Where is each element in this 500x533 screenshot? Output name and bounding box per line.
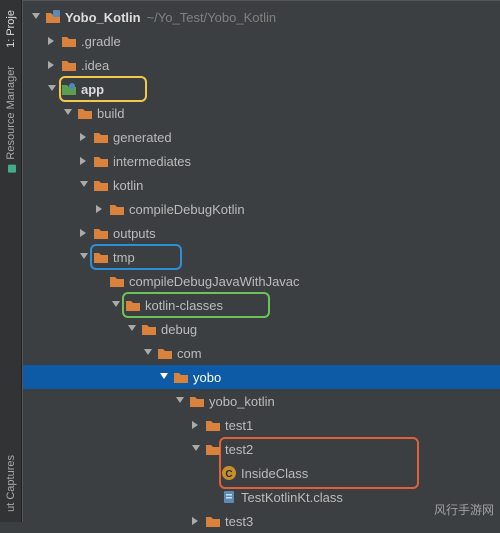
tree-row[interactable]: build bbox=[23, 101, 500, 125]
module-icon bbox=[45, 9, 61, 25]
expand-icon[interactable] bbox=[45, 58, 59, 72]
class-label: InsideClass bbox=[241, 466, 308, 481]
folder-label: build bbox=[97, 106, 124, 121]
tree-row-kotlin-classes[interactable]: kotlin-classes bbox=[23, 293, 500, 317]
tree-row-selected[interactable]: yobo bbox=[23, 365, 500, 389]
folder-icon bbox=[93, 153, 109, 169]
folder-icon bbox=[93, 129, 109, 145]
tree-row-app[interactable]: app bbox=[23, 77, 500, 101]
tool-window-gutter: 1: Proje Resource Manager ut Captures bbox=[0, 0, 22, 522]
folder-label: compileDebugKotlin bbox=[129, 202, 245, 217]
folder-label: kotlin-classes bbox=[145, 298, 223, 313]
tree-row-tmp[interactable]: tmp bbox=[23, 245, 500, 269]
expand-icon[interactable] bbox=[109, 298, 123, 312]
folder-label: kotlin bbox=[113, 178, 143, 193]
tree-row[interactable]: .idea bbox=[23, 53, 500, 77]
tree-row[interactable]: test2 bbox=[23, 437, 500, 461]
folder-icon bbox=[125, 297, 141, 313]
folder-icon bbox=[93, 177, 109, 193]
resource-manager-tab[interactable]: Resource Manager bbox=[3, 60, 19, 180]
folder-icon bbox=[109, 201, 125, 217]
folder-label: intermediates bbox=[113, 154, 191, 169]
tree-row[interactable]: yobo_kotlin bbox=[23, 389, 500, 413]
folder-label: test3 bbox=[225, 514, 253, 529]
expand-icon[interactable] bbox=[125, 322, 139, 336]
tree-row[interactable]: com bbox=[23, 341, 500, 365]
expand-icon[interactable] bbox=[157, 370, 171, 384]
expand-icon[interactable] bbox=[189, 418, 203, 432]
resource-manager-icon bbox=[6, 163, 16, 173]
tree-row[interactable]: C InsideClass bbox=[23, 461, 500, 485]
tree-row[interactable]: test3 bbox=[23, 509, 500, 533]
expand-icon[interactable] bbox=[77, 226, 91, 240]
folder-label: test1 bbox=[225, 418, 253, 433]
folder-label: yobo bbox=[193, 370, 221, 385]
folder-icon bbox=[205, 441, 221, 457]
folder-icon bbox=[189, 393, 205, 409]
project-tree[interactable]: Yobo_Kotlin ~/Yo_Test/Yobo_Kotlin .gradl… bbox=[22, 0, 500, 522]
tree-row[interactable]: .gradle bbox=[23, 29, 500, 53]
project-tool-tab[interactable]: 1: Proje bbox=[3, 4, 19, 54]
captures-label: ut Captures bbox=[5, 455, 17, 512]
folder-label: test2 bbox=[225, 442, 253, 457]
tree-row-root[interactable]: Yobo_Kotlin ~/Yo_Test/Yobo_Kotlin bbox=[23, 5, 500, 29]
expand-icon[interactable] bbox=[77, 250, 91, 264]
expand-icon[interactable] bbox=[77, 154, 91, 168]
folder-icon bbox=[141, 321, 157, 337]
class-icon: C bbox=[221, 465, 237, 481]
expand-icon[interactable] bbox=[93, 202, 107, 216]
folder-icon bbox=[61, 57, 77, 73]
folder-label: tmp bbox=[113, 250, 135, 265]
classfile-icon bbox=[221, 489, 237, 505]
folder-icon bbox=[205, 417, 221, 433]
tree-row[interactable]: debug bbox=[23, 317, 500, 341]
captures-tab[interactable]: ut Captures bbox=[3, 449, 19, 518]
folder-label: com bbox=[177, 346, 202, 361]
tree-row[interactable]: generated bbox=[23, 125, 500, 149]
resource-manager-label: Resource Manager bbox=[5, 66, 17, 160]
folder-label: generated bbox=[113, 130, 172, 145]
root-path: ~/Yo_Test/Yobo_Kotlin bbox=[147, 10, 277, 25]
expand-icon[interactable] bbox=[173, 394, 187, 408]
expand-icon[interactable] bbox=[141, 346, 155, 360]
root-name: Yobo_Kotlin bbox=[65, 10, 141, 25]
expand-icon[interactable] bbox=[189, 442, 203, 456]
folder-icon bbox=[109, 273, 125, 289]
tree-row[interactable]: kotlin bbox=[23, 173, 500, 197]
project-tool-label: 1: Proje bbox=[5, 10, 17, 48]
tree-row[interactable]: test1 bbox=[23, 413, 500, 437]
folder-label: .gradle bbox=[81, 34, 121, 49]
expand-icon[interactable] bbox=[29, 10, 43, 24]
tree-row[interactable]: compileDebugJavaWithJavac bbox=[23, 269, 500, 293]
svg-text:C: C bbox=[225, 469, 232, 480]
expand-icon[interactable] bbox=[45, 34, 59, 48]
folder-label: yobo_kotlin bbox=[209, 394, 275, 409]
file-label: TestKotlinKt.class bbox=[241, 490, 343, 505]
expand-icon[interactable] bbox=[77, 178, 91, 192]
folder-icon bbox=[173, 369, 189, 385]
folder-icon bbox=[61, 33, 77, 49]
folder-label: outputs bbox=[113, 226, 156, 241]
folder-icon bbox=[157, 345, 173, 361]
folder-label: compileDebugJavaWithJavac bbox=[129, 274, 300, 289]
tree-row[interactable]: intermediates bbox=[23, 149, 500, 173]
tree-row[interactable]: compileDebugKotlin bbox=[23, 197, 500, 221]
folder-label: .idea bbox=[81, 58, 109, 73]
folder-icon bbox=[205, 513, 221, 529]
folder-icon bbox=[77, 105, 93, 121]
expand-icon[interactable] bbox=[189, 514, 203, 528]
expand-icon[interactable] bbox=[61, 106, 75, 120]
folder-label: app bbox=[81, 82, 104, 97]
expand-icon[interactable] bbox=[45, 82, 59, 96]
module-folder-icon bbox=[61, 81, 77, 97]
folder-icon bbox=[93, 225, 109, 241]
expand-icon[interactable] bbox=[77, 130, 91, 144]
tree-row[interactable]: outputs bbox=[23, 221, 500, 245]
folder-label: debug bbox=[161, 322, 197, 337]
folder-icon bbox=[93, 249, 109, 265]
tree-row[interactable]: TestKotlinKt.class bbox=[23, 485, 500, 509]
